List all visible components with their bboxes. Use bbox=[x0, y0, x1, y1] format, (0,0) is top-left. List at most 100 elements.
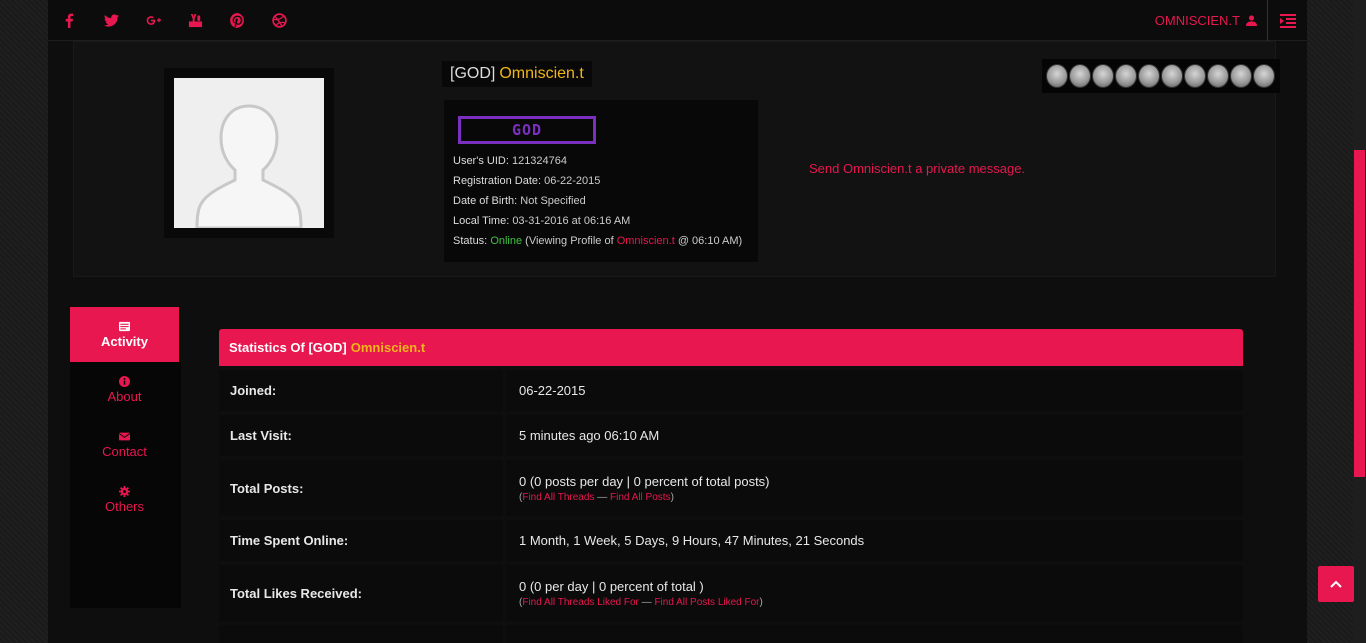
stat-links: (Find All Threads Liked For — Find All P… bbox=[519, 596, 763, 608]
stat-key: Last Visit: bbox=[219, 415, 506, 456]
pinterest-icon[interactable] bbox=[216, 0, 258, 41]
main-content: [GOD] Omniscien.t GOD User's UID: 121324… bbox=[48, 41, 1307, 643]
status-line: Status: Online (Viewing Profile of Omnis… bbox=[453, 231, 758, 251]
nav-others[interactable]: Others bbox=[70, 472, 179, 527]
statistics-header: Statistics Of [GOD] Omniscien.t bbox=[219, 329, 1243, 366]
award-icon[interactable] bbox=[1115, 64, 1137, 88]
gear-icon bbox=[119, 485, 130, 497]
facebook-icon[interactable] bbox=[48, 0, 90, 41]
profile-sidenav: Activity About Contact Others bbox=[70, 307, 181, 608]
stat-value-text: 5 minutes ago 06:10 AM bbox=[519, 428, 660, 443]
nav-contact-label: Contact bbox=[102, 443, 147, 459]
top-bar: OMNISCIEN.T bbox=[48, 0, 1307, 41]
status-viewing-prefix: (Viewing Profile of bbox=[525, 235, 614, 247]
registration-line: Registration Date: 06-22-2015 bbox=[453, 171, 758, 191]
status-label: Status: bbox=[453, 235, 488, 247]
profile-info: GOD User's UID: 121324764 Registration D… bbox=[444, 100, 758, 262]
statistics-panel: Statistics Of [GOD] Omniscien.t Joined: … bbox=[219, 329, 1243, 643]
stat-links: (Find All Threads — Find All Posts) bbox=[519, 491, 674, 503]
dribbble-icon[interactable] bbox=[258, 0, 300, 41]
table-row: Last Visit: 5 minutes ago 06:10 AM bbox=[219, 415, 1243, 456]
info-icon bbox=[119, 375, 130, 387]
google-plus-icon[interactable] bbox=[132, 0, 174, 41]
table-row bbox=[219, 625, 1243, 643]
dob-line: Date of Birth: Not Specified bbox=[453, 191, 758, 211]
award-icon[interactable] bbox=[1253, 64, 1275, 88]
award-icon[interactable] bbox=[1207, 64, 1229, 88]
stat-value-text: 0 (0 posts per day | 0 percent of total … bbox=[519, 473, 770, 489]
avatar bbox=[164, 68, 334, 238]
award-icon[interactable] bbox=[1184, 64, 1206, 88]
registration-value: 06-22-2015 bbox=[544, 175, 601, 187]
dob-value: Not Specified bbox=[520, 195, 586, 207]
table-row: Joined: 06-22-2015 bbox=[219, 370, 1243, 411]
find-all-posts-link[interactable]: Find All Posts bbox=[610, 492, 671, 503]
youtube-icon[interactable] bbox=[174, 0, 216, 41]
registration-label: Registration Date: bbox=[453, 175, 542, 187]
table-row: Total Likes Received: 0 (0 per day | 0 p… bbox=[219, 565, 1243, 621]
user-group-tag: [GOD] bbox=[450, 65, 496, 82]
dob-label: Date of Birth: bbox=[453, 195, 518, 207]
menu-toggle-button[interactable] bbox=[1267, 0, 1307, 41]
stat-value: 0 (0 posts per day | 0 percent of total … bbox=[506, 460, 1243, 516]
stat-value: 0 (0 per day | 0 percent of total ) (Fin… bbox=[506, 565, 1243, 621]
awards-strip bbox=[1042, 59, 1280, 93]
uid-value: 121324764 bbox=[511, 155, 568, 167]
social-links bbox=[48, 0, 300, 41]
stat-value-text: 06-22-2015 bbox=[519, 383, 586, 398]
avatar-placeholder-icon bbox=[174, 78, 324, 228]
user-account-label: OMNISCIEN.T bbox=[1154, 13, 1240, 28]
stat-value-text: 1 Month, 1 Week, 5 Days, 9 Hours, 47 Min… bbox=[519, 533, 865, 548]
username: Omniscien.t bbox=[499, 65, 584, 82]
stat-value: 1 Month, 1 Week, 5 Days, 9 Hours, 47 Min… bbox=[506, 520, 1243, 561]
stat-key: Time Spent Online: bbox=[219, 520, 506, 561]
local-time-value: 03-31-2016 at 06:16 AM bbox=[512, 215, 631, 227]
award-icon[interactable] bbox=[1161, 64, 1183, 88]
award-icon[interactable] bbox=[1069, 64, 1091, 88]
card-icon bbox=[119, 321, 130, 331]
stat-key: Total Likes Received: bbox=[219, 565, 506, 621]
nav-about-label: About bbox=[107, 388, 142, 404]
twitter-icon[interactable] bbox=[90, 0, 132, 41]
statistics-title: Statistics Of [GOD] bbox=[229, 340, 347, 355]
status-value: Online bbox=[490, 235, 523, 247]
status-viewing-suffix: @ 06:10 AM) bbox=[677, 235, 743, 247]
award-icon[interactable] bbox=[1092, 64, 1114, 88]
rank-badge: GOD bbox=[458, 116, 596, 144]
menu-toggle-icon bbox=[1279, 13, 1296, 28]
statistics-username: Omniscien.t bbox=[350, 340, 426, 355]
user-icon bbox=[1246, 15, 1257, 26]
nav-others-label: Others bbox=[104, 498, 144, 514]
find-threads-liked-link[interactable]: Find All Threads Liked For bbox=[522, 597, 639, 608]
stat-value bbox=[506, 625, 1243, 643]
stat-key bbox=[219, 625, 506, 643]
profile-header: [GOD] Omniscien.t GOD User's UID: 121324… bbox=[73, 41, 1280, 277]
envelope-icon bbox=[119, 432, 130, 440]
profile-username: [GOD] Omniscien.t bbox=[442, 61, 592, 87]
table-row: Time Spent Online: 1 Month, 1 Week, 5 Da… bbox=[219, 520, 1243, 561]
nav-activity[interactable]: Activity bbox=[70, 307, 179, 362]
scroll-to-top-button[interactable] bbox=[1318, 566, 1354, 602]
stat-value: 06-22-2015 bbox=[506, 370, 1243, 411]
award-icon[interactable] bbox=[1230, 64, 1252, 88]
chevron-up-icon bbox=[1330, 580, 1342, 588]
award-icon[interactable] bbox=[1138, 64, 1160, 88]
user-account-link[interactable]: OMNISCIEN.T bbox=[1155, 0, 1257, 41]
uid-line: User's UID: 121324764 bbox=[453, 151, 758, 171]
status-viewing-user-link[interactable]: Omniscien.t bbox=[617, 235, 675, 247]
page-scrollbar-thumb[interactable] bbox=[1354, 150, 1365, 477]
award-icon[interactable] bbox=[1046, 64, 1068, 88]
nav-about[interactable]: About bbox=[70, 362, 179, 417]
uid-label: User's UID: bbox=[453, 155, 509, 167]
nav-activity-label: Activity bbox=[101, 333, 148, 349]
find-posts-liked-link[interactable]: Find All Posts Liked For bbox=[654, 597, 759, 608]
find-all-threads-link[interactable]: Find All Threads bbox=[522, 492, 594, 503]
local-time-label: Local Time: bbox=[453, 215, 510, 227]
private-message-link[interactable]: Send Omniscien.t a private message. bbox=[809, 161, 1025, 176]
local-time-line: Local Time: 03-31-2016 at 06:16 AM bbox=[453, 211, 758, 231]
stat-key: Joined: bbox=[219, 370, 506, 411]
nav-contact[interactable]: Contact bbox=[70, 417, 179, 472]
stat-key: Total Posts: bbox=[219, 460, 506, 516]
stat-value-text: 0 (0 per day | 0 percent of total ) bbox=[519, 578, 704, 594]
stat-value: 5 minutes ago 06:10 AM bbox=[506, 415, 1243, 456]
